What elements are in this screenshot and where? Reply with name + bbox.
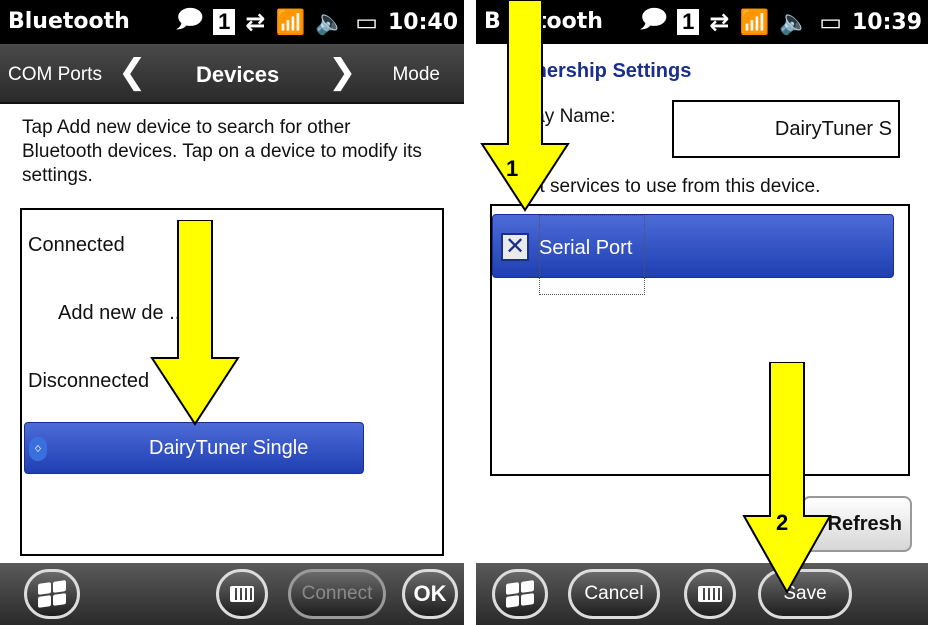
keyboard-button[interactable] [216,569,268,619]
start-button[interactable] [492,569,548,619]
status-title: Bluetooth [8,9,130,34]
clock[interactable]: 10:39 [852,10,922,35]
service-list[interactable]: ✕ Serial Port [490,204,910,476]
instructions-text: Tap Add new device to search for other B… [22,117,422,186]
status-icons: 🗩 1 ⇄ 📶 🔈 ▭ 10:40 [177,6,459,38]
connectivity-icon[interactable]: ⇄ [245,8,265,37]
tab-com-ports[interactable]: COM Ports [8,64,102,86]
partnership-settings-screen: B tooth 🗩 1 ⇄ 📶 🔈 ▭ 10:39 tnership Setti… [476,0,928,625]
signal-icon[interactable]: 📶 [740,8,770,37]
battery-icon[interactable]: ▭ [355,8,378,37]
arrow-down-icon [150,220,240,426]
connected-group-label: Connected [28,234,125,256]
status-bar: Bluetooth 🗩 1 ⇄ 📶 🔈 ▭ 10:40 [0,0,464,44]
cancel-button[interactable]: Cancel [568,569,660,619]
arrow-down-icon [742,362,832,594]
disconnected-group-label: Disconnected [28,370,150,392]
notification-icon[interactable]: 🗩 [641,2,668,43]
volume-icon[interactable]: 🔈 [315,8,345,37]
ok-button[interactable]: OK [402,569,458,619]
focus-rectangle [539,215,645,295]
devices-screen: Bluetooth 🗩 1 ⇄ 📶 🔈 ▭ 10:40 COM Ports ❮ … [0,0,464,625]
windows-logo-icon [38,580,66,608]
softkey-bar: Connect OK [0,563,464,625]
step-2-label: 2 [776,510,789,535]
service-checkbox[interactable]: ✕ [501,233,529,261]
nav-bar: COM Ports ❮ Devices ❯ Mode [0,44,464,104]
chevron-left-icon[interactable]: ❮ [118,52,147,92]
bluetooth-icon: ᛜ [29,437,47,461]
clock[interactable]: 10:40 [388,10,458,35]
volume-icon[interactable]: 🔈 [779,8,809,37]
connect-button[interactable]: Connect [288,569,386,619]
notification-count[interactable]: 1 [677,9,700,35]
keyboard-icon [230,586,254,602]
services-label: ct services to use from this device. [530,176,821,197]
signal-icon[interactable]: 📶 [276,8,306,37]
battery-icon[interactable]: ▭ [819,8,842,37]
notification-icon[interactable]: 🗩 [177,2,204,43]
device-name: DairyTuner Single [149,437,309,459]
keyboard-button[interactable] [684,569,736,619]
keyboard-icon [698,586,722,602]
step-1-label: 1 [506,156,519,181]
tab-devices[interactable]: Devices [196,62,279,88]
arrow-down-icon [480,0,570,212]
start-button[interactable] [24,569,80,619]
status-icons: 🗩 1 ⇄ 📶 🔈 ▭ 10:39 [641,6,923,38]
device-item-dairytuner[interactable]: ᛜ DairyTuner Single [24,422,364,474]
chevron-right-icon[interactable]: ❯ [328,52,357,92]
service-item-serial-port[interactable]: ✕ Serial Port [492,214,894,295]
display-name-field[interactable]: DairyTuner S [672,100,900,158]
softkey-bar: Cancel Save [476,563,928,625]
connectivity-icon[interactable]: ⇄ [709,8,729,37]
windows-logo-icon [506,580,534,608]
tab-mode[interactable]: Mode [392,64,440,86]
notification-count[interactable]: 1 [213,9,236,35]
